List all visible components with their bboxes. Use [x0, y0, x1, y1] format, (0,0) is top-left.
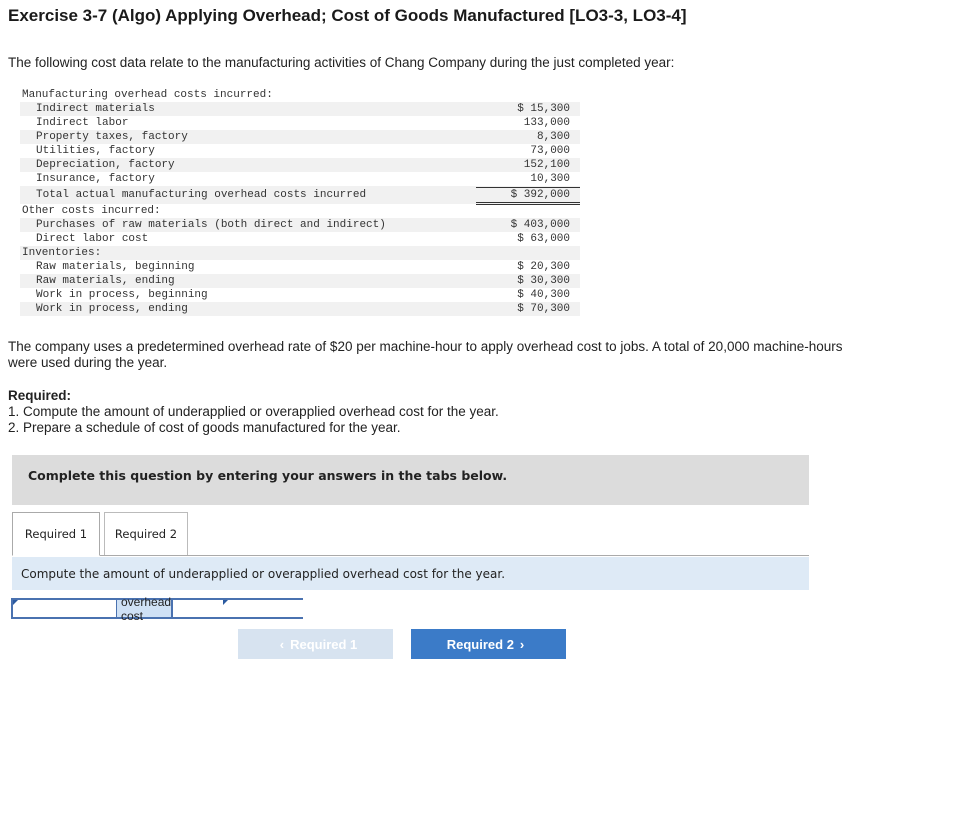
- table-row: Insurance, factory 10,300: [20, 172, 580, 187]
- tab-required-1[interactable]: Required 1: [12, 512, 100, 556]
- tab-label: Required 2: [114, 527, 178, 541]
- row-value: 8,300: [536, 131, 570, 143]
- intro-text: The following cost data relate to the ma…: [8, 55, 675, 70]
- row-label: Property taxes, factory: [36, 131, 188, 143]
- underapplied-overapplied-select[interactable]: [13, 600, 117, 617]
- table-row: Inventories:: [20, 246, 580, 260]
- table-row: Direct labor cost $ 63,000: [20, 232, 580, 246]
- corner-marker-icon: [223, 600, 228, 605]
- required-item-1: 1. Compute the amount of underapplied or…: [8, 404, 499, 419]
- row-value: $ 20,300: [517, 261, 570, 273]
- table-row-total: Total actual manufacturing overhead cost…: [20, 186, 580, 205]
- corner-marker-icon: [13, 600, 18, 605]
- problem-paragraph: The company uses a predetermined overhea…: [8, 339, 843, 370]
- row-value: $ 30,300: [517, 275, 570, 287]
- banner-text: Complete this question by entering your …: [28, 468, 508, 483]
- row-label: Work in process, ending: [36, 303, 188, 315]
- table-row: Raw materials, beginning $ 20,300: [20, 260, 580, 274]
- table-row: Purchases of raw materials (both direct …: [20, 218, 580, 232]
- section-header-other: Other costs incurred:: [22, 205, 161, 217]
- section-header-moh: Manufacturing overhead costs incurred:: [22, 89, 273, 101]
- table-row: Work in process, ending $ 70,300: [20, 302, 580, 316]
- section-header-inventories: Inventories:: [22, 247, 102, 259]
- table-row: Utilities, factory 73,000: [20, 144, 580, 158]
- required-heading: Required:: [8, 388, 72, 403]
- instruction-bar: Compute the amount of underapplied or ov…: [12, 557, 809, 590]
- table-row: Indirect labor 133,000: [20, 116, 580, 130]
- row-value: $ 63,000: [517, 233, 570, 245]
- row-label: Indirect materials: [36, 103, 155, 115]
- next-button-label: Required 2: [446, 636, 514, 652]
- row-label: Direct labor cost: [36, 233, 149, 245]
- row-value: $ 403,000: [510, 219, 570, 231]
- page-title: Exercise 3-7 (Algo) Applying Overhead; C…: [8, 6, 687, 25]
- total-label: Total actual manufacturing overhead cost…: [36, 189, 367, 201]
- table-row: Work in process, beginning $ 40,300: [20, 288, 580, 302]
- row-label: Utilities, factory: [36, 145, 155, 157]
- table-row: Property taxes, factory 8,300: [20, 130, 580, 144]
- row-label: Raw materials, ending: [36, 275, 175, 287]
- row-value: 10,300: [476, 172, 580, 187]
- previous-button-label: Required 1: [290, 636, 358, 652]
- answer-row: overhead cost: [11, 595, 337, 623]
- row-label: Purchases of raw materials (both direct …: [36, 219, 386, 231]
- row-label: Insurance, factory: [36, 173, 155, 185]
- tab-label: Required 1: [24, 527, 88, 541]
- overhead-cost-label: overhead cost: [117, 595, 174, 623]
- table-row: Other costs incurred:: [20, 204, 580, 218]
- row-value: 73,000: [530, 145, 570, 157]
- tab-required-2[interactable]: Required 2: [104, 512, 188, 556]
- required-item-2: 2. Prepare a schedule of cost of goods m…: [8, 420, 401, 435]
- row-label: Depreciation, factory: [36, 159, 175, 171]
- chevron-left-icon: ‹: [279, 636, 285, 652]
- next-button[interactable]: Required 2 ›: [411, 629, 566, 659]
- table-row: Indirect materials $ 15,300: [20, 102, 580, 116]
- row-value: $ 40,300: [517, 289, 570, 301]
- previous-button[interactable]: ‹ Required 1: [238, 629, 393, 659]
- row-value: 152,100: [523, 159, 570, 171]
- row-label: Indirect labor: [36, 117, 129, 129]
- row-label: Raw materials, beginning: [36, 261, 195, 273]
- tab-divider: [12, 555, 809, 556]
- table-row: Raw materials, ending $ 30,300: [20, 274, 580, 288]
- row-value: 133,000: [523, 117, 570, 129]
- table-row: Manufacturing overhead costs incurred:: [20, 88, 580, 102]
- overhead-amount-input[interactable]: [173, 600, 337, 617]
- row-value: $ 15,300: [517, 103, 570, 115]
- row-value: $ 70,300: [517, 303, 570, 315]
- chevron-right-icon: ›: [519, 636, 525, 652]
- cost-data-table: Manufacturing overhead costs incurred: I…: [20, 88, 580, 316]
- instructions-banner: Complete this question by entering your …: [12, 455, 809, 505]
- total-value: $ 392,000: [476, 187, 580, 205]
- instruction-text: Compute the amount of underapplied or ov…: [21, 567, 506, 581]
- table-row: Depreciation, factory 152,100: [20, 158, 580, 172]
- row-label: Work in process, beginning: [36, 289, 208, 301]
